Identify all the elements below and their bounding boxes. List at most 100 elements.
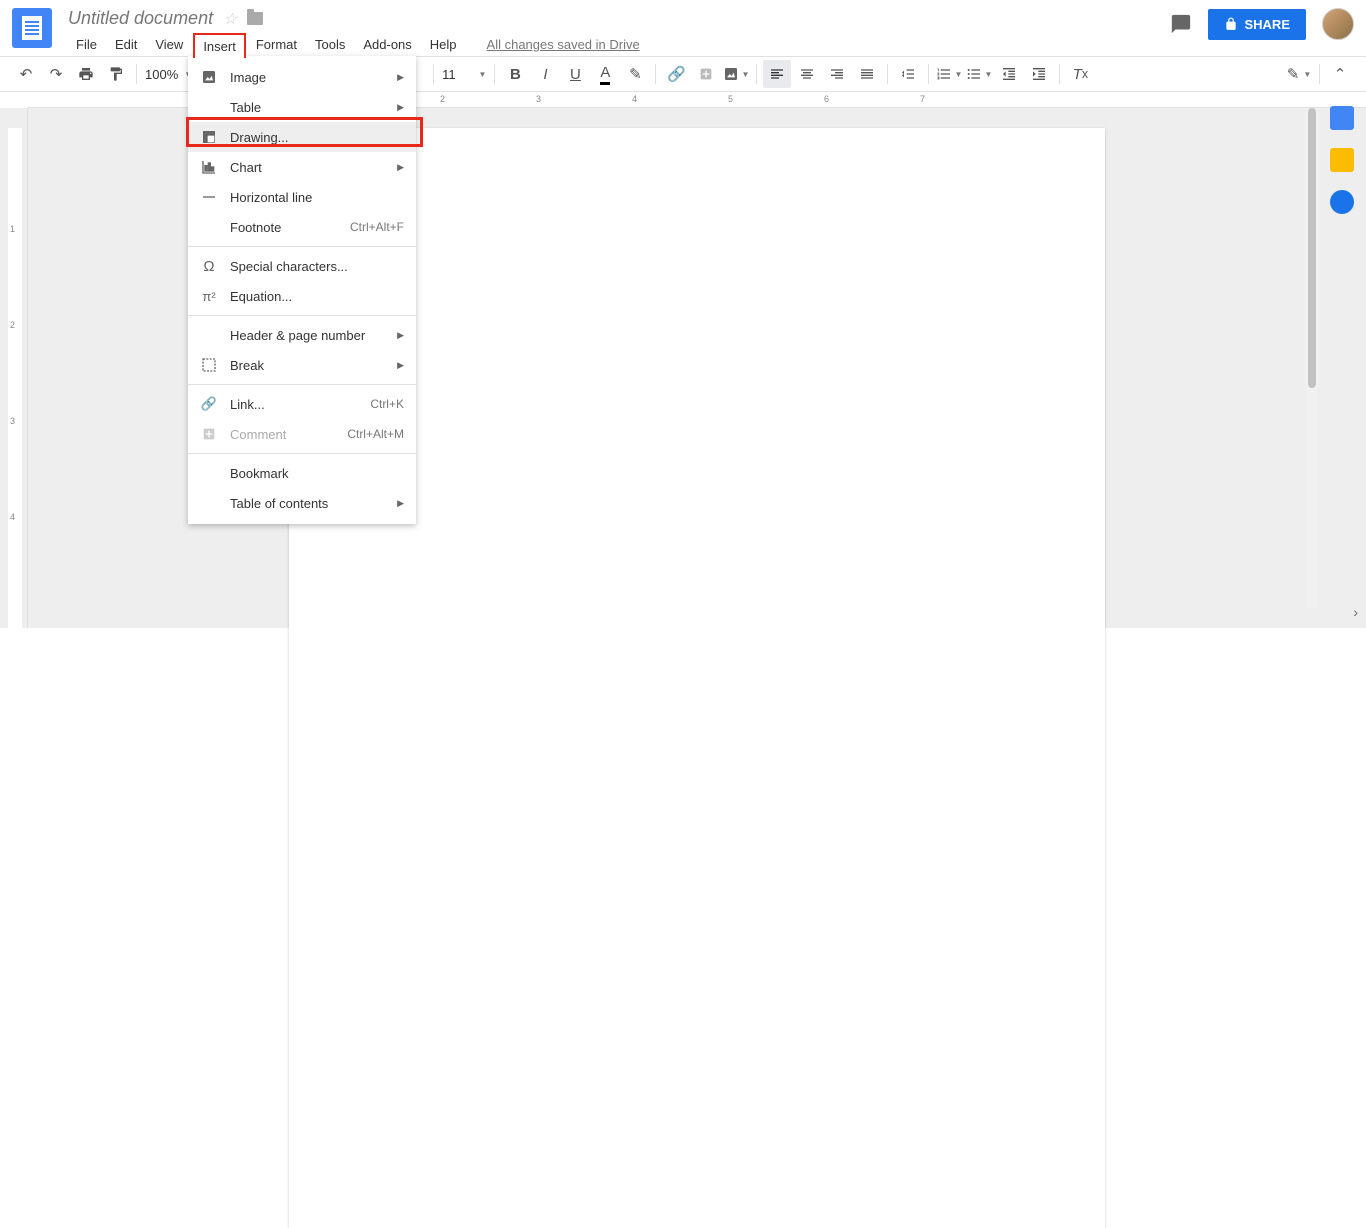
- menu-help[interactable]: Help: [422, 33, 465, 58]
- dropdown-item-special-characters[interactable]: ΩSpecial characters...: [188, 251, 416, 281]
- insert-dropdown: Image▶Table▶Drawing...Chart▶Horizontal l…: [188, 56, 416, 524]
- italic-button[interactable]: I: [531, 60, 559, 88]
- insert-image-button[interactable]: ▼: [722, 60, 750, 88]
- ruler-mark: 3: [536, 94, 541, 104]
- align-center-button[interactable]: [793, 60, 821, 88]
- print-button[interactable]: [72, 60, 100, 88]
- dropdown-label: Chart: [230, 160, 385, 175]
- dropdown-item-horizontal-line[interactable]: Horizontal line: [188, 182, 416, 212]
- header: Untitled document ☆ File Edit View Inser…: [0, 0, 1366, 56]
- dropdown-item-equation[interactable]: π² Equation...: [188, 281, 416, 311]
- align-justify-button[interactable]: [853, 60, 881, 88]
- submenu-arrow-icon: ▶: [397, 498, 404, 509]
- submenu-arrow-icon: ▶: [397, 330, 404, 341]
- bulleted-list-button[interactable]: ▼: [965, 60, 993, 88]
- blank-icon: [200, 494, 218, 512]
- editing-mode-button[interactable]: ✎▼: [1285, 60, 1313, 88]
- submenu-arrow-icon: ▶: [397, 360, 404, 371]
- dropdown-label: Equation...: [230, 289, 404, 304]
- comments-icon[interactable]: [1170, 13, 1192, 35]
- keep-icon[interactable]: [1330, 148, 1354, 172]
- align-right-button[interactable]: [823, 60, 851, 88]
- zoom-select[interactable]: 100%▼: [143, 63, 194, 86]
- line-spacing-button[interactable]: [894, 60, 922, 88]
- increase-indent-button[interactable]: [1025, 60, 1053, 88]
- decrease-indent-button[interactable]: [995, 60, 1023, 88]
- dropdown-label: Comment: [230, 427, 335, 442]
- insert-comment-button[interactable]: [692, 60, 720, 88]
- folder-icon[interactable]: [247, 12, 263, 25]
- align-left-button[interactable]: [763, 60, 791, 88]
- collapse-button[interactable]: ⌃: [1326, 60, 1354, 88]
- menu-format[interactable]: Format: [248, 33, 305, 58]
- link-icon: 🔗: [200, 395, 218, 413]
- vruler-mark: 4: [10, 512, 15, 522]
- menu-tools[interactable]: Tools: [307, 33, 353, 58]
- dropdown-item-link[interactable]: 🔗 Link... Ctrl+K: [188, 389, 416, 419]
- hr-icon: [200, 188, 218, 206]
- underline-button[interactable]: U: [561, 60, 589, 88]
- bold-button[interactable]: B: [501, 60, 529, 88]
- menu-edit[interactable]: Edit: [107, 33, 145, 58]
- share-label: SHARE: [1244, 17, 1290, 32]
- tasks-icon[interactable]: [1330, 190, 1354, 214]
- scrollbar-thumb[interactable]: [1308, 108, 1316, 388]
- dropdown-item-comment: CommentCtrl+Alt+M: [188, 419, 416, 449]
- table-icon: [200, 98, 218, 116]
- dropdown-label: Image: [230, 70, 385, 85]
- menu-addons[interactable]: Add-ons: [355, 33, 419, 58]
- dropdown-item-chart[interactable]: Chart ▶: [188, 152, 416, 182]
- dropdown-label: Header & page number: [230, 328, 385, 343]
- vruler-mark: 3: [10, 416, 15, 426]
- docs-logo[interactable]: [12, 8, 52, 48]
- dropdown-label: Link...: [230, 397, 358, 412]
- dropdown-item-footnote[interactable]: FootnoteCtrl+Alt+F: [188, 212, 416, 242]
- dropdown-item-break[interactable]: Break▶: [188, 350, 416, 380]
- comment-icon: [200, 425, 218, 443]
- ruler-mark: 2: [440, 94, 445, 104]
- ruler-mark: 4: [632, 94, 637, 104]
- dropdown-label: Table of contents: [230, 496, 385, 511]
- dropdown-label: Drawing...: [230, 130, 404, 145]
- text-color-button[interactable]: A: [591, 60, 619, 88]
- header-right: SHARE: [1170, 8, 1354, 40]
- chart-icon: [200, 158, 218, 176]
- break-icon: [200, 356, 218, 374]
- clear-formatting-button[interactable]: Tx: [1066, 60, 1094, 88]
- submenu-arrow-icon: ▶: [397, 162, 404, 173]
- dropdown-item-drawing[interactable]: Drawing...: [188, 122, 416, 152]
- paint-format-button[interactable]: [102, 60, 130, 88]
- redo-button[interactable]: ↷: [42, 60, 70, 88]
- fontsize-select[interactable]: 11 ▼: [440, 63, 488, 86]
- blank-icon: [200, 326, 218, 344]
- dropdown-item-image[interactable]: Image ▶: [188, 62, 416, 92]
- avatar[interactable]: [1322, 8, 1354, 40]
- dropdown-item-table[interactable]: Table▶: [188, 92, 416, 122]
- dropdown-item-header-page-number[interactable]: Header & page number ▶: [188, 320, 416, 350]
- dropdown-item-bookmark[interactable]: Bookmark: [188, 458, 416, 488]
- expand-side-panel[interactable]: ›: [1353, 604, 1358, 620]
- document-title[interactable]: Untitled document: [68, 8, 213, 29]
- ruler-mark: 5: [728, 94, 733, 104]
- calendar-icon[interactable]: [1330, 106, 1354, 130]
- shortcut: Ctrl+K: [370, 397, 404, 411]
- numbered-list-button[interactable]: ▼: [935, 60, 963, 88]
- scrollbar[interactable]: [1306, 108, 1318, 608]
- star-icon[interactable]: ☆: [223, 9, 237, 29]
- save-status[interactable]: All changes saved in Drive: [487, 33, 640, 58]
- menu-view[interactable]: View: [147, 33, 191, 58]
- insert-link-button[interactable]: 🔗: [662, 60, 690, 88]
- undo-button[interactable]: ↶: [12, 60, 40, 88]
- blank-icon: [200, 464, 218, 482]
- share-button[interactable]: SHARE: [1208, 9, 1306, 40]
- shortcut: Ctrl+Alt+F: [350, 220, 404, 234]
- menu-insert[interactable]: Insert: [193, 33, 246, 58]
- pi-icon: π²: [200, 287, 218, 305]
- highlight-button[interactable]: ✎: [621, 60, 649, 88]
- vertical-ruler[interactable]: 1234: [0, 108, 28, 628]
- dropdown-label: Table: [230, 100, 385, 115]
- submenu-arrow-icon: ▶: [397, 72, 404, 83]
- dropdown-item-table-of-contents[interactable]: Table of contents ▶: [188, 488, 416, 518]
- side-panel: [1318, 92, 1366, 214]
- menu-file[interactable]: File: [68, 33, 105, 58]
